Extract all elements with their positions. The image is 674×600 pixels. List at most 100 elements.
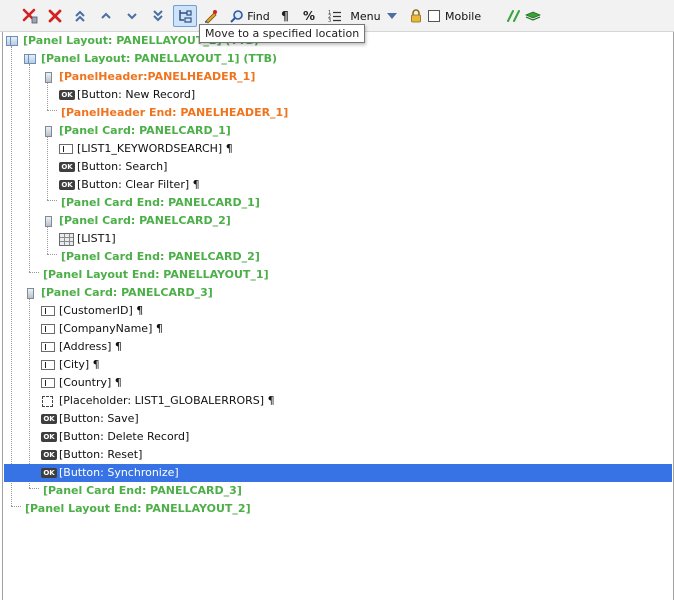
move-top-icon (75, 10, 85, 22)
lock-button[interactable] (407, 5, 425, 27)
panel-layout-icon (24, 54, 36, 64)
delete-selected-button[interactable] (20, 5, 40, 27)
stack-button[interactable] (524, 5, 542, 27)
numbered-list-icon: 1 2 3 (328, 10, 341, 23)
mobile-checkbox[interactable] (428, 10, 440, 22)
delete-button[interactable] (45, 5, 65, 27)
panel-card-icon (45, 216, 52, 227)
delete-icon (48, 9, 62, 23)
tree-row-button-reset[interactable]: OK [Button: Reset] (4, 446, 672, 464)
text-field-icon (41, 324, 55, 334)
tree-row-button-search[interactable]: OK [Button: Search] (4, 158, 672, 176)
tree-row-label: [Panel Card: PANELCARD_2] (59, 214, 231, 227)
delete-selected-icon (22, 8, 38, 24)
tree-row-label: [LIST1_KEYWORDSEARCH] ¶ (77, 142, 233, 155)
structure-tree[interactable]: [Panel Layout: PANELLAYOUT_2] (TTB) [Pan… (2, 32, 674, 600)
tree-row-panel-card-1-end[interactable]: [Panel Card End: PANELCARD_1] (4, 194, 672, 212)
text-field-icon (41, 342, 55, 352)
text-field-icon (41, 360, 55, 370)
menu-dropdown-icon (386, 13, 397, 19)
tree-row-panel-header-1[interactable]: [PanelHeader:PANELHEADER_1] (4, 68, 672, 86)
tree-row-panel-card-2-end[interactable]: [Panel Card End: PANELCARD_2] (4, 248, 672, 266)
tree-row-panel-card-3[interactable]: [Panel Card: PANELCARD_3] (4, 284, 672, 302)
tree-row-company-name[interactable]: [CompanyName] ¶ (4, 320, 672, 338)
tree-row-label: [Panel Card End: PANELCARD_3] (43, 484, 242, 497)
placeholder-icon (42, 396, 53, 407)
tree-row-list1[interactable]: [LIST1] (4, 230, 672, 248)
move-to-location-button[interactable] (173, 5, 197, 27)
move-down-button[interactable] (122, 5, 142, 27)
tree-row-label: [Panel Card: PANELCARD_3] (41, 286, 213, 299)
tree-row-label: [Panel Layout: PANELLAYOUT_1] (TTB) (41, 52, 278, 65)
tree-row-panel-card-3-end[interactable]: [Panel Card End: PANELCARD_3] (4, 482, 672, 500)
tree-row-label: [Button: Synchronize] (59, 466, 179, 479)
tree-row-button-synchronize[interactable]: OK [Button: Synchronize] (4, 464, 672, 482)
panel-header-icon (45, 72, 52, 83)
tree-row-label: [CompanyName] ¶ (59, 322, 163, 335)
tree-row-button-clear-filter[interactable]: OK [Button: Clear Filter] ¶ (4, 176, 672, 194)
panel-card-icon (45, 126, 52, 137)
tree-row-button-save[interactable]: OK [Button: Save] (4, 410, 672, 428)
text-field-icon (41, 306, 55, 316)
tree-row-button-new-record[interactable]: OK [Button: New Record] (4, 86, 672, 104)
move-bottom-icon (153, 10, 163, 22)
text-field-icon (59, 144, 73, 154)
tree-row-label: [Panel Card End: PANELCARD_2] (61, 250, 260, 263)
edit-icon (205, 10, 217, 24)
button-icon: OK (41, 450, 57, 460)
code-icon (507, 10, 520, 22)
tree-row-label: [Placeholder: LIST1_GLOBALERRORS] ¶ (59, 394, 275, 407)
tree-row-panel-layout-2-end[interactable]: [Panel Layout End: PANELLAYOUT_2] (4, 500, 672, 518)
tree-row-country[interactable]: [Country] ¶ (4, 374, 672, 392)
tree-row-label: [CustomerID] ¶ (59, 304, 144, 317)
tree-row-label: [Button: Delete Record] (59, 430, 190, 443)
menu-label: Menu (350, 9, 381, 23)
percent-icon: % (302, 9, 316, 23)
tree-row-address[interactable]: [Address] ¶ (4, 338, 672, 356)
find-label: Find (247, 9, 270, 23)
tree-row-panel-card-2[interactable]: [Panel Card: PANELCARD_2] (4, 212, 672, 230)
grid-icon (59, 233, 74, 246)
tree-row-panel-layout-1[interactable]: [Panel Layout: PANELLAYOUT_1] (TTB) (4, 50, 672, 68)
lock-icon (411, 9, 421, 23)
tree-row-label: [Panel Layout End: PANELLAYOUT_1] (43, 268, 269, 281)
tree-row-label: [Button: Clear Filter] ¶ (77, 178, 200, 191)
stack-icon (525, 11, 541, 21)
panel-card-icon (27, 288, 34, 299)
pilcrow-icon: ¶ (281, 9, 289, 23)
button-icon: OK (41, 468, 57, 478)
svg-text:3: 3 (328, 18, 331, 23)
tree-row-panel-header-end[interactable]: [PanelHeader End: PANELHEADER_1] (4, 104, 672, 122)
find-icon (230, 10, 244, 23)
button-icon: OK (59, 90, 75, 100)
tree-row-panel-layout-1-end[interactable]: [Panel Layout End: PANELLAYOUT_1] (4, 266, 672, 284)
tree-row-city[interactable]: [City] ¶ (4, 356, 672, 374)
move-to-location-icon (179, 10, 192, 23)
tree-row-label: [PanelHeader:PANELHEADER_1] (59, 70, 256, 83)
mobile-toggle[interactable]: Mobile (428, 5, 482, 27)
mobile-label: Mobile (445, 9, 482, 23)
move-bottom-button[interactable] (148, 5, 168, 27)
tree-row-label: [Country] ¶ (59, 376, 122, 389)
tree-row-label: [Button: Save] (59, 412, 139, 425)
tree-row-panel-card-1[interactable]: [Panel Card: PANELCARD_1] (4, 122, 672, 140)
tree-row-label: [Address] ¶ (59, 340, 122, 353)
move-up-button[interactable] (96, 5, 116, 27)
tree-row-label: [Panel Card: PANELCARD_1] (59, 124, 231, 137)
tree-row-label: [PanelHeader End: PANELHEADER_1] (61, 106, 289, 119)
button-icon: OK (59, 180, 75, 190)
code-button[interactable] (505, 5, 523, 27)
button-icon: OK (41, 414, 57, 424)
tree-row-label: [Button: New Record] (77, 88, 196, 101)
move-up-icon (101, 12, 111, 19)
tree-row-label: [LIST1] (77, 232, 116, 245)
tree-row-button-delete-record[interactable]: OK [Button: Delete Record] (4, 428, 672, 446)
move-top-button[interactable] (70, 5, 90, 27)
tree-row-label: [Button: Search] (77, 160, 168, 173)
tooltip: Move to a specified location (199, 24, 366, 43)
tree-row-label: [Button: Reset] (59, 448, 143, 461)
tree-row-label: [City] ¶ (59, 358, 100, 371)
tree-row-placeholder-global-errors[interactable]: [Placeholder: LIST1_GLOBALERRORS] ¶ (4, 392, 672, 410)
tree-row-customer-id[interactable]: [CustomerID] ¶ (4, 302, 672, 320)
tree-row-keyword-search[interactable]: [LIST1_KEYWORDSEARCH] ¶ (4, 140, 672, 158)
